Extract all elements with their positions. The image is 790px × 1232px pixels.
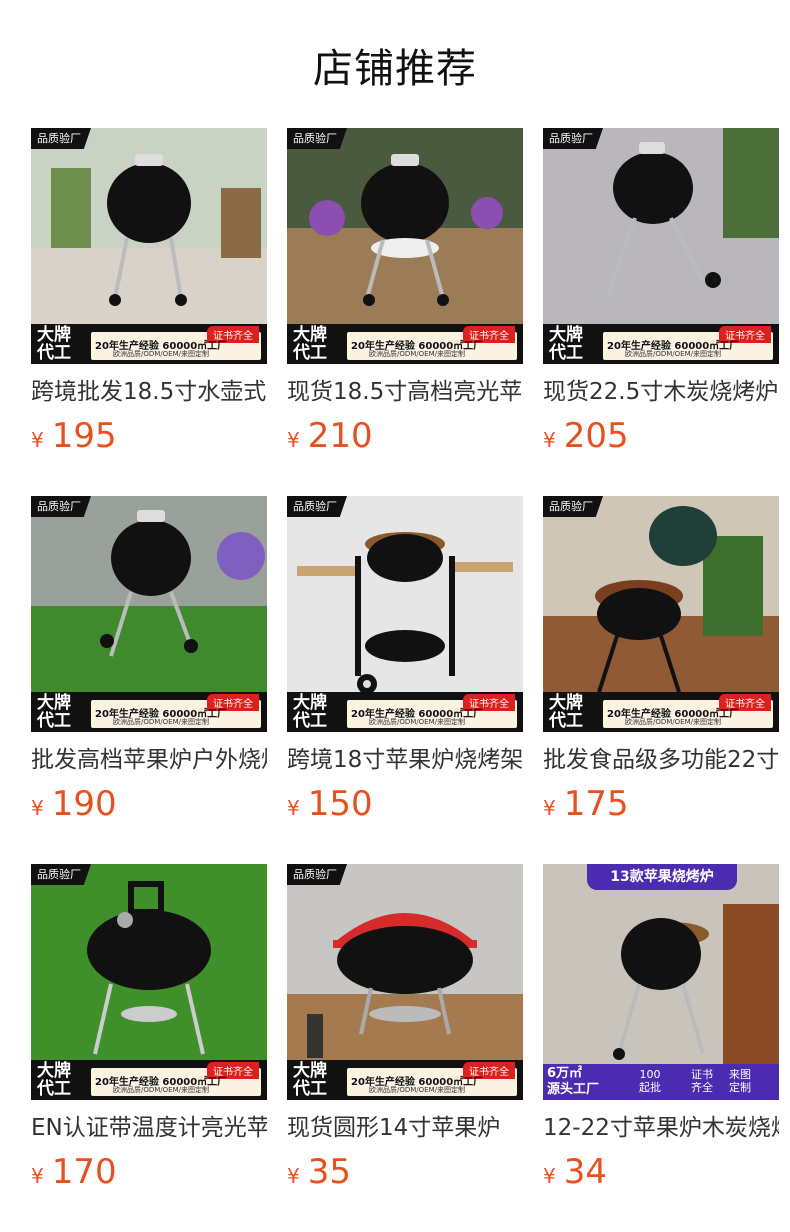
product-price: ¥205 xyxy=(543,416,629,456)
brand-oem-label: 大牌代工 xyxy=(549,325,583,363)
promo-top-label: 13款苹果烧烤炉 xyxy=(587,864,737,890)
product-price: ¥150 xyxy=(287,784,373,824)
product-name[interactable]: 12-22寸苹果炉木炭烧烤炉 xyxy=(543,1113,779,1143)
brand-oem-label: 大牌代工 xyxy=(293,1061,327,1099)
product-image[interactable]: 品质验厂 大牌代工 证书齐全 20年生产经验 60000㎡工厂 欧洲品质/ODM… xyxy=(31,128,267,364)
brand-oem-label: 大牌代工 xyxy=(549,693,583,731)
promo-banner: 大牌代工 证书齐全 20年生产经验 60000㎡工厂 欧洲品质/ODM/OEM/… xyxy=(287,1060,523,1100)
promo-banner: 大牌代工 证书齐全 20年生产经验 60000㎡工厂 欧洲品质/ODM/OEM/… xyxy=(287,324,523,364)
service-text: 欧洲品质/ODM/OEM/来图定制 xyxy=(625,718,721,726)
product-name[interactable]: 跨境18寸苹果炉烧烤架 xyxy=(287,745,523,775)
promo-banner: 大牌代工 证书齐全 20年生产经验 60000㎡工厂 欧洲品质/ODM/OEM/… xyxy=(31,692,267,732)
product-image[interactable]: 品质验厂 大牌代工 证书齐全 20年生产经验 60000㎡工厂 欧洲品质/ODM… xyxy=(543,496,779,732)
product-name[interactable]: EN认证带温度计亮光苹果炉 xyxy=(31,1113,267,1143)
quality-badge: 品质验厂 xyxy=(31,496,91,517)
brand-oem-label: 大牌代工 xyxy=(37,693,71,731)
service-text: 欧洲品质/ODM/OEM/来图定制 xyxy=(369,1086,465,1094)
product-image[interactable]: 品质验厂 大牌代工 证书齐全 20年生产经验 60000㎡工厂 欧洲品质/ODM… xyxy=(287,864,523,1100)
factory-promo-banner: 6万㎡ 源头工厂 100 起批 证书 齐全 来图 定制 xyxy=(543,1064,779,1100)
service-text: 欧洲品质/ODM/OEM/来图定制 xyxy=(113,350,209,358)
product-price: ¥190 xyxy=(31,784,117,824)
quality-badge: 品质验厂 xyxy=(287,496,347,517)
product-image[interactable]: 品质验厂 大牌代工 证书齐全 20年生产经验 60000㎡工厂 欧洲品质/ODM… xyxy=(31,496,267,732)
service-text: 欧洲品质/ODM/OEM/来图定制 xyxy=(113,718,209,726)
product-name[interactable]: 批发高档苹果炉户外烧烤炉 xyxy=(31,745,267,775)
service-text: 欧洲品质/ODM/OEM/来图定制 xyxy=(369,718,465,726)
product-image[interactable]: 品质验厂 大牌代工 证书齐全 20年生产经验 60000㎡工厂 欧洲品质/ODM… xyxy=(31,864,267,1100)
quality-badge: 品质验厂 xyxy=(287,864,347,885)
product-price: ¥175 xyxy=(543,784,629,824)
quality-badge: 品质验厂 xyxy=(31,128,91,149)
product-image[interactable]: 13款苹果烧烤炉 6万㎡ 源头工厂 100 起批 证书 齐全 来图 定制 xyxy=(543,864,779,1100)
product-image[interactable]: 品质验厂 大牌代工 证书齐全 20年生产经验 60000㎡工厂 欧洲品质/ODM… xyxy=(287,128,523,364)
brand-oem-label: 大牌代工 xyxy=(293,693,327,731)
quality-badge: 品质验厂 xyxy=(31,864,91,885)
product-price: ¥170 xyxy=(31,1152,117,1192)
product-image[interactable]: 品质验厂 大牌代工 证书齐全 20年生产经验 60000㎡工厂 欧洲品质/ODM… xyxy=(287,496,523,732)
service-text: 欧洲品质/ODM/OEM/来图定制 xyxy=(625,350,721,358)
promo-banner: 大牌代工 证书齐全 20年生产经验 60000㎡工厂 欧洲品质/ODM/OEM/… xyxy=(31,324,267,364)
promo-banner: 大牌代工 证书齐全 20年生产经验 60000㎡工厂 欧洲品质/ODM/OEM/… xyxy=(543,324,779,364)
service-text: 欧洲品质/ODM/OEM/来图定制 xyxy=(113,1086,209,1094)
quality-badge: 品质验厂 xyxy=(543,496,603,517)
product-name[interactable]: 现货圆形14寸苹果炉 xyxy=(287,1113,523,1143)
service-text: 欧洲品质/ODM/OEM/来图定制 xyxy=(369,350,465,358)
product-price: ¥34 xyxy=(543,1152,607,1192)
product-price: ¥35 xyxy=(287,1152,351,1192)
product-price: ¥195 xyxy=(31,416,117,456)
product-name[interactable]: 现货18.5寸高档亮光苹果炉 xyxy=(287,377,523,407)
section-title: 店铺推荐 xyxy=(313,46,477,92)
promo-banner: 大牌代工 证书齐全 20年生产经验 60000㎡工厂 欧洲品质/ODM/OEM/… xyxy=(287,692,523,732)
promo-banner: 大牌代工 证书齐全 20年生产经验 60000㎡工厂 欧洲品质/ODM/OEM/… xyxy=(31,1060,267,1100)
product-image[interactable]: 品质验厂 大牌代工 证书齐全 20年生产经验 60000㎡工厂 欧洲品质/ODM… xyxy=(543,128,779,364)
quality-badge: 品质验厂 xyxy=(287,128,347,149)
product-name[interactable]: 跨境批发18.5寸水壶式苹果炉 xyxy=(31,377,267,407)
product-name[interactable]: 现货22.5寸木炭烧烤炉 xyxy=(543,377,779,407)
brand-oem-label: 大牌代工 xyxy=(293,325,327,363)
product-name[interactable]: 批发食品级多功能22寸 xyxy=(543,745,779,775)
product-price: ¥210 xyxy=(287,416,373,456)
promo-banner: 大牌代工 证书齐全 20年生产经验 60000㎡工厂 欧洲品质/ODM/OEM/… xyxy=(543,692,779,732)
brand-oem-label: 大牌代工 xyxy=(37,1061,71,1099)
brand-oem-label: 大牌代工 xyxy=(37,325,71,363)
quality-badge: 品质验厂 xyxy=(543,128,603,149)
